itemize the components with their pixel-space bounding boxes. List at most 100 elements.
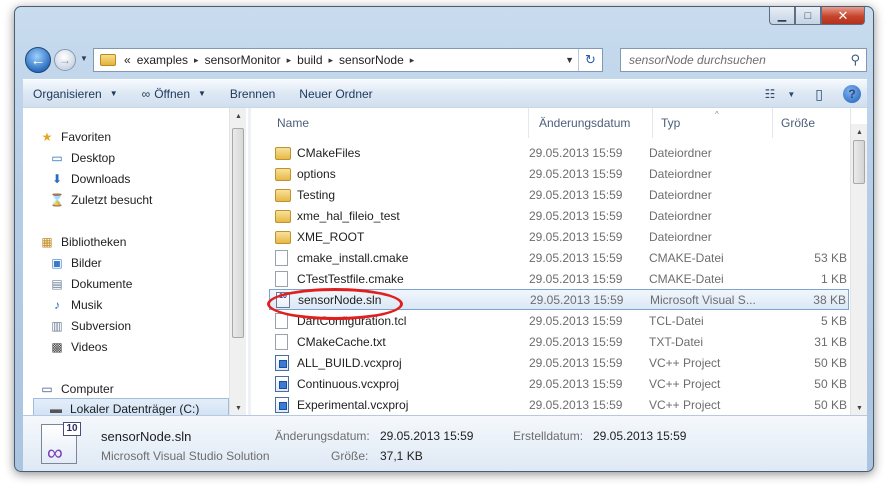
documents-icon: ▤	[51, 276, 63, 291]
explorer-window: ▁ □ ✕ ← → ▼ « examples ▸ sensorMonitor ▸ b…	[14, 6, 874, 472]
nav-desktop[interactable]: ▭ Desktop	[49, 147, 229, 168]
nav-videos[interactable]: ▩ Videos	[49, 336, 229, 357]
close-button[interactable]: ✕	[821, 7, 865, 25]
libraries-icon: ▦	[41, 234, 53, 249]
nav-pictures[interactable]: ▣ Bilder	[49, 252, 229, 273]
file-date: 29.05.2013 15:59	[529, 397, 623, 412]
file-row[interactable]: ALL_BUILD.vcxproj 29.05.2013 15:59 VC++ Pr…	[269, 352, 849, 373]
file-name[interactable]: CTestTestfile.cmake	[275, 270, 404, 287]
column-date[interactable]: Änderungsdatum	[531, 108, 653, 138]
crumb-separator-icon[interactable]: ▸	[287, 55, 292, 66]
file-name[interactable]: Experimental.vcxproj	[275, 396, 408, 413]
scroll-down-icon[interactable]: ▼	[851, 400, 868, 416]
file-row[interactable]: CTestTestfile.cmake 29.05.2013 15:59 CMAKE…	[269, 268, 849, 289]
file-name[interactable]: Testing	[275, 187, 335, 202]
details-size-label: Größe:	[331, 449, 369, 463]
scroll-up-icon[interactable]: ▲	[230, 108, 247, 124]
file-name[interactable]: CMakeFiles	[275, 145, 360, 160]
nav-recent[interactable]: ⌛ Zuletzt besucht	[49, 189, 229, 210]
breadcrumb-examples[interactable]: examples ▸	[137, 53, 205, 67]
search-input[interactable]: sensorNode durchsuchen ⚲	[620, 48, 867, 72]
file-icon	[275, 333, 288, 350]
address-overflow[interactable]: «	[124, 53, 131, 67]
folder-icon	[275, 147, 291, 160]
column-name[interactable]: Name	[269, 108, 529, 138]
file-row[interactable]: DartConfiguration.tcl 29.05.2013 15:59 TCL…	[269, 310, 849, 331]
new-folder-button[interactable]: Neuer Ordner	[299, 87, 372, 101]
file-row[interactable]: Continuous.vcxproj 29.05.2013 15:59 VC++ P…	[269, 373, 849, 394]
nav-computer[interactable]: ▭ Computer	[39, 378, 229, 399]
caption-buttons: ▁ □ ✕	[769, 7, 865, 25]
scroll-up-icon[interactable]: ▲	[851, 124, 868, 140]
search-icon[interactable]: ⚲	[850, 52, 860, 68]
file-name[interactable]: Continuous.vcxproj	[275, 375, 399, 392]
help-icon[interactable]: ?	[843, 85, 861, 103]
nav-documents[interactable]: ▤ Dokumente	[49, 273, 229, 294]
organize-button[interactable]: Organisieren ▼	[33, 87, 118, 101]
file-row[interactable]: options 29.05.2013 15:59 Dateiordner	[269, 163, 849, 184]
crumb-separator-icon[interactable]: ▸	[329, 55, 334, 66]
breadcrumb-sensormonitor[interactable]: sensorMonitor ▸	[205, 53, 298, 67]
file-name[interactable]: DartConfiguration.tcl	[275, 312, 406, 329]
visual-studio-icon: ∞	[47, 440, 63, 465]
file-name[interactable]: 10 sensorNode.sln	[276, 291, 381, 308]
breadcrumb-sensornode[interactable]: sensorNode ▸	[339, 53, 420, 67]
file-name[interactable]: cmake_install.cmake	[275, 249, 408, 266]
nav-music[interactable]: ♪ Musik	[49, 294, 229, 315]
scroll-down-icon[interactable]: ▼	[230, 400, 247, 416]
navigation-pane: ★ Favoriten ▭ Desktop ⬇ Downloads ⌛ Zule…	[23, 108, 248, 419]
file-date: 29.05.2013 15:59	[529, 313, 623, 328]
refresh-button[interactable]: ↻	[578, 49, 602, 71]
burn-button[interactable]: Brennen	[230, 87, 275, 101]
file-row[interactable]: xme_hal_fileio_test 29.05.2013 15:59 Datei…	[269, 205, 849, 226]
content-area: ★ Favoriten ▭ Desktop ⬇ Downloads ⌛ Zule…	[23, 107, 867, 419]
file-name[interactable]: ALL_BUILD.vcxproj	[275, 354, 402, 371]
preview-pane-icon[interactable]: ▯	[815, 86, 823, 103]
file-name[interactable]: options	[275, 166, 336, 181]
nav-subversion[interactable]: ▥ Subversion	[49, 315, 229, 336]
file-name[interactable]: XME_ROOT	[275, 229, 364, 244]
file-row[interactable]: cmake_install.cmake 29.05.2013 15:59 CMAKE…	[269, 247, 849, 268]
version-badge: 10	[63, 422, 81, 436]
file-row[interactable]: XME_ROOT 29.05.2013 15:59 Dateiordner	[269, 226, 849, 247]
open-button[interactable]: ∞ Öffnen ▼	[142, 87, 206, 101]
file-name[interactable]: xme_hal_fileio_test	[275, 208, 400, 223]
file-date: 29.05.2013 15:59	[530, 292, 624, 307]
column-size[interactable]: Größe	[773, 108, 851, 138]
minimize-button[interactable]: ▁	[769, 7, 795, 25]
maximize-button[interactable]: □	[795, 7, 821, 25]
back-button[interactable]: ←	[25, 47, 51, 73]
address-dropdown-icon[interactable]: ▼	[565, 55, 574, 65]
nav-libraries[interactable]: ▦ Bibliotheken	[39, 231, 229, 252]
file-type: Dateiordner	[649, 187, 712, 202]
file-row[interactable]: CMakeCache.txt 29.05.2013 15:59 TXT-Datei 3…	[269, 331, 849, 352]
file-date: 29.05.2013 15:59	[529, 145, 623, 160]
file-date: 29.05.2013 15:59	[529, 334, 623, 349]
file-date: 29.05.2013 15:59	[529, 355, 623, 370]
file-row[interactable]: Experimental.vcxproj 29.05.2013 15:59 VC++…	[269, 394, 849, 415]
view-dropdown-icon[interactable]: ▼	[787, 90, 795, 99]
file-scroll-thumb[interactable]	[853, 140, 865, 184]
file-type: Dateiordner	[649, 208, 712, 223]
forward-button[interactable]: →	[54, 49, 76, 71]
breadcrumb-build[interactable]: build ▸	[297, 53, 339, 67]
file-row[interactable]: Testing 29.05.2013 15:59 Dateiordner	[269, 184, 849, 205]
file-name[interactable]: CMakeCache.txt	[275, 333, 386, 350]
crumb-separator-icon[interactable]: ▸	[410, 55, 415, 66]
file-scrollbar[interactable]: ▲ ▼	[850, 124, 867, 416]
column-type[interactable]: Typ	[653, 108, 773, 138]
nav-favorites[interactable]: ★ Favoriten	[39, 126, 229, 147]
file-row[interactable]: 10 sensorNode.sln 29.05.2013 15:59 Microsof…	[269, 289, 849, 310]
details-filetype: Microsoft Visual Studio Solution	[101, 449, 270, 463]
details-created-value: 29.05.2013 15:59	[593, 429, 687, 443]
nav-downloads[interactable]: ⬇ Downloads	[49, 168, 229, 189]
file-date: 29.05.2013 15:59	[529, 250, 623, 265]
file-size: 5 KB	[820, 313, 847, 328]
recent-pages-dropdown[interactable]: ▼	[80, 54, 88, 63]
file-row[interactable]: CMakeFiles 29.05.2013 15:59 Dateiordner	[269, 142, 849, 163]
nav-scroll-thumb[interactable]	[232, 128, 244, 338]
address-bar[interactable]: « examples ▸ sensorMonitor ▸ build ▸ sensor…	[93, 48, 603, 72]
crumb-separator-icon[interactable]: ▸	[194, 55, 199, 66]
nav-scrollbar[interactable]: ▲ ▼	[229, 108, 246, 416]
view-options-icon[interactable]: ☷	[765, 87, 776, 101]
